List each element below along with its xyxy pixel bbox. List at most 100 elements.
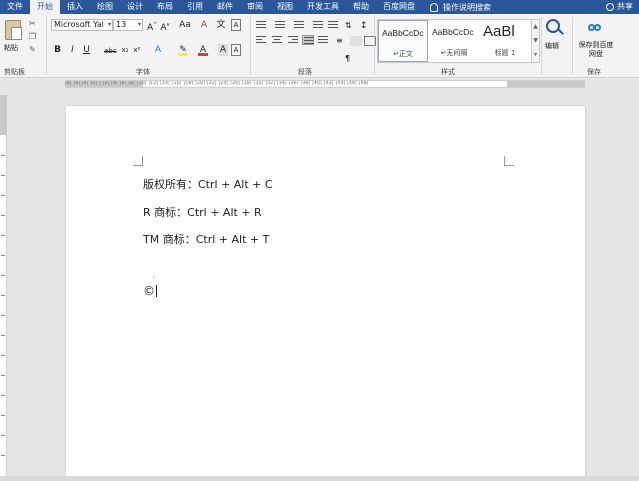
group-divider	[374, 17, 375, 75]
tell-me-label: 操作说明搜索	[443, 2, 491, 12]
decrease-indent-icon[interactable]	[313, 21, 325, 31]
tab-layout[interactable]: 布局	[150, 0, 180, 14]
tab-baidu-netdisk[interactable]: 百度网盘	[376, 0, 422, 14]
tab-design[interactable]: 设计	[120, 0, 150, 14]
style-sample: AaBbCcDc	[382, 28, 424, 38]
ruler-ticks: |8| |6| |4| |2| | |2| |4| |6| |8| |10| |…	[65, 81, 369, 86]
tab-insert[interactable]: 插入	[60, 0, 90, 14]
tab-references[interactable]: 引用	[180, 0, 210, 14]
group-divider	[541, 17, 542, 75]
share-label: 共享	[617, 2, 633, 11]
chevron-down-icon: ▾	[137, 21, 141, 28]
chinese-layout-icon[interactable]: ⇅	[345, 21, 357, 31]
paragraph-group-label: 段落	[298, 68, 312, 76]
sort-icon[interactable]: ↕	[360, 21, 372, 31]
doc-line-registered[interactable]: R 商标：Ctrl + Alt + R	[143, 204, 262, 220]
change-case-icon[interactable]: Aa	[178, 19, 192, 31]
tab-draw[interactable]: 绘图	[90, 0, 120, 14]
clipboard-group-label: 剪贴板	[4, 68, 25, 76]
clear-format-icon[interactable]: A	[199, 19, 209, 31]
phonetic-guide-icon[interactable]: 文	[215, 19, 227, 31]
lightbulb-icon	[430, 2, 438, 12]
chevron-down-icon: ▾	[107, 21, 111, 28]
vertical-ruler[interactable]	[0, 95, 7, 481]
style-name: ↵正文	[393, 50, 413, 58]
font-group-label: 字体	[136, 68, 150, 76]
margin-corner-mark	[504, 156, 514, 166]
align-center-icon[interactable]	[272, 36, 284, 46]
vruler-margin	[0, 95, 7, 135]
enclose-char-icon[interactable]: A	[231, 19, 241, 31]
cloud-icon[interactable]	[588, 22, 602, 32]
align-right-icon[interactable]	[288, 36, 300, 46]
anchor-mark: ᵞ	[153, 276, 155, 282]
share-button[interactable]: 共享	[606, 0, 633, 14]
subscript-button[interactable]: x₂	[119, 44, 131, 56]
font-color-icon[interactable]: A	[198, 44, 208, 56]
char-border-icon[interactable]: A	[231, 44, 241, 56]
char-shading-icon[interactable]: A	[218, 44, 228, 56]
style-sample: AaBl	[483, 23, 515, 40]
text-effects-icon[interactable]: A	[153, 44, 163, 56]
document-page[interactable]: 版权所有：Ctrl + Alt + C R 商标：Ctrl + Alt + R …	[66, 106, 585, 481]
font-name-value: Microsoft Yal	[54, 20, 104, 29]
font-size-box[interactable]: 13 ▾	[113, 19, 143, 31]
doc-line-trademark[interactable]: TM 商标：Ctrl + Alt + T	[143, 231, 269, 247]
copy-icon[interactable]: ❐	[29, 33, 37, 41]
tab-review[interactable]: 审阅	[240, 0, 270, 14]
tab-help[interactable]: 帮助	[346, 0, 376, 14]
horizontal-ruler[interactable]: |8| |6| |4| |2| | |2| |4| |6| |8| |10| |…	[0, 79, 639, 89]
doc-line-copyright[interactable]: 版权所有：Ctrl + Alt + C	[143, 176, 273, 192]
bullets-icon[interactable]	[256, 21, 268, 31]
tab-home[interactable]: 开始	[30, 0, 60, 14]
save-to-netdisk-button[interactable]: 保存到百度网盘	[578, 41, 614, 59]
style-name: 标题 1	[494, 49, 516, 57]
distributed-icon[interactable]	[318, 36, 330, 46]
italic-button[interactable]: I	[68, 44, 77, 56]
multilevel-list-icon[interactable]	[294, 21, 306, 31]
doc-line-symbol[interactable]: ©	[143, 284, 157, 298]
text-cursor	[156, 285, 157, 297]
styles-gallery: AaBbCcDc ↵正文 AaBbCcDc ↵无间隔 AaBl 标题 1	[377, 19, 532, 63]
strikethrough-button[interactable]: abc	[104, 45, 117, 57]
cut-icon[interactable]: ✂	[29, 20, 37, 28]
paste-label[interactable]: 粘贴	[4, 43, 18, 53]
tab-developer[interactable]: 开发工具	[300, 0, 346, 14]
show-marks-icon[interactable]: ¶	[345, 54, 357, 64]
format-painter-icon[interactable]: ✎	[29, 46, 37, 54]
underline-button[interactable]: U	[82, 44, 91, 56]
tell-me-search[interactable]: 操作说明搜索	[430, 2, 491, 13]
tab-file[interactable]: 文件	[0, 0, 30, 14]
increase-indent-icon[interactable]	[328, 21, 340, 31]
styles-group-label: 样式	[441, 68, 455, 76]
bold-button[interactable]: B	[53, 44, 62, 56]
styles-scroll[interactable]: ▲ ▼ ▾	[532, 19, 540, 63]
search-icon[interactable]	[546, 19, 560, 33]
paste-icon[interactable]	[5, 20, 22, 40]
group-divider	[46, 17, 47, 75]
grow-font-icon[interactable]: A^	[147, 19, 157, 33]
tab-mailings[interactable]: 邮件	[210, 0, 240, 14]
numbering-icon[interactable]	[275, 21, 287, 31]
margin-corner-mark	[133, 156, 143, 166]
editing-button[interactable]: 编辑	[545, 41, 559, 51]
ruler-track: |8| |6| |4| |2| | |2| |4| |6| |8| |10| |…	[65, 80, 585, 88]
copyright-symbol: ©	[143, 284, 155, 298]
highlight-icon[interactable]: ✎	[178, 44, 188, 56]
shrink-font-icon[interactable]: Av	[160, 19, 170, 33]
style-normal[interactable]: AaBbCcDc ↵正文	[378, 20, 428, 62]
save-group-label: 保存	[587, 68, 601, 76]
align-left-icon[interactable]	[256, 36, 268, 46]
justify-icon[interactable]	[302, 35, 314, 45]
style-heading-1[interactable]: AaBl 标题 1	[480, 20, 530, 62]
line-spacing-icon[interactable]: ≡	[336, 36, 348, 46]
superscript-button[interactable]: x²	[131, 44, 143, 56]
person-icon	[606, 3, 614, 11]
style-name: ↵无间隔	[440, 49, 468, 57]
ribbon-tab-bar: 文件 开始 插入 绘图 设计 布局 引用 邮件 审阅 视图 开发工具 帮助 百度…	[0, 0, 639, 14]
font-name-box[interactable]: Microsoft Yal ▾	[51, 19, 113, 31]
tab-view[interactable]: 视图	[270, 0, 300, 14]
style-sample: AaBbCcDc	[432, 27, 474, 37]
shading-icon[interactable]	[350, 36, 362, 46]
style-no-spacing[interactable]: AaBbCcDc ↵无间隔	[429, 20, 479, 62]
